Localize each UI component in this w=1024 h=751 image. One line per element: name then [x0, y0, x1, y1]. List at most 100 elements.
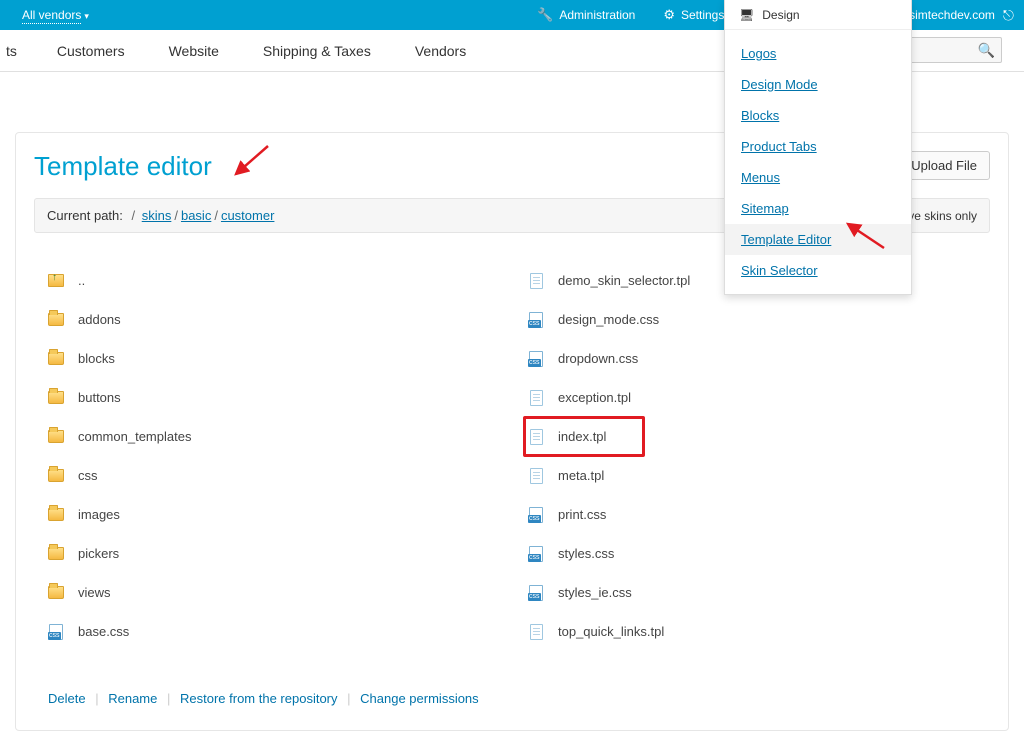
dd-item-product-tabs[interactable]: Product Tabs — [725, 131, 911, 162]
action-separator: | — [95, 691, 98, 706]
file-listing: .. addons blocks buttons common_template… — [48, 261, 990, 651]
folder-icon — [48, 468, 64, 484]
dd-item-menus[interactable]: Menus — [725, 162, 911, 193]
restore-link[interactable]: Restore from the repository — [180, 691, 338, 706]
folder-icon — [48, 390, 64, 406]
nav-item-website[interactable]: Website — [147, 43, 241, 59]
nav-item-ts[interactable]: ts — [0, 43, 35, 59]
file-row-tpl[interactable]: meta.tpl — [528, 456, 968, 495]
vendor-selector[interactable]: All vendors▾ — [0, 8, 89, 22]
document-icon — [528, 390, 544, 406]
file-name: exception.tpl — [558, 390, 631, 405]
document-icon — [528, 624, 544, 640]
file-name: design_mode.css — [558, 312, 659, 327]
file-row-folder[interactable]: buttons — [48, 378, 488, 417]
file-row-tpl[interactable]: top_quick_links.tpl — [528, 612, 968, 651]
dd-item-skin-selector[interactable]: Skin Selector — [725, 255, 911, 286]
css-file-icon — [528, 312, 544, 328]
file-row-folder[interactable]: common_templates — [48, 417, 488, 456]
file-row-folder[interactable]: css — [48, 456, 488, 495]
document-icon — [528, 273, 544, 289]
css-file-icon — [48, 624, 64, 640]
file-name: buttons — [78, 390, 121, 405]
document-icon — [528, 429, 544, 445]
dd-item-blocks[interactable]: Blocks — [725, 100, 911, 131]
file-row-css[interactable]: styles.css — [528, 534, 968, 573]
nav-item-shipping[interactable]: Shipping & Taxes — [241, 43, 393, 59]
folder-icon — [48, 312, 64, 328]
file-name: base.css — [78, 624, 129, 639]
dd-item-logos[interactable]: Logos — [725, 38, 911, 69]
file-row-index-tpl[interactable]: index.tpl — [524, 417, 644, 456]
delete-link[interactable]: Delete — [48, 691, 86, 706]
file-name: dropdown.css — [558, 351, 638, 366]
permissions-link[interactable]: Change permissions — [360, 691, 479, 706]
file-row-css[interactable]: dropdown.css — [528, 339, 968, 378]
search-icon: 🔍 — [978, 42, 995, 59]
rename-link[interactable]: Rename — [108, 691, 157, 706]
folder-icon — [48, 351, 64, 367]
file-column-right: demo_skin_selector.tpl design_mode.css d… — [528, 261, 968, 651]
dropdown-header-label: Design — [762, 8, 799, 22]
path-link-customer[interactable]: customer — [221, 208, 274, 223]
folder-icon — [48, 546, 64, 562]
css-file-icon — [528, 585, 544, 601]
path-link-skins[interactable]: skins — [142, 208, 172, 223]
css-file-icon — [528, 546, 544, 562]
file-row-folder[interactable]: images — [48, 495, 488, 534]
annotation-arrow-icon — [844, 222, 888, 252]
file-name: blocks — [78, 351, 115, 366]
path-sep: / — [174, 208, 178, 223]
file-name: styles.css — [558, 546, 614, 561]
file-name: css — [78, 468, 98, 483]
document-icon — [528, 468, 544, 484]
action-separator: | — [167, 691, 170, 706]
file-row-folder[interactable]: pickers — [48, 534, 488, 573]
file-column-left: .. addons blocks buttons common_template… — [48, 261, 488, 651]
path-label: Current path: — [47, 208, 123, 223]
folder-icon — [48, 507, 64, 523]
dropdown-header: 🖥 Design — [725, 0, 911, 30]
logout-icon[interactable]: ⎋ — [1003, 7, 1014, 24]
folder-icon — [48, 429, 64, 445]
folder-up-icon — [48, 273, 64, 289]
file-row-folder[interactable]: blocks — [48, 339, 488, 378]
file-row-tpl[interactable]: exception.tpl — [528, 378, 968, 417]
administration-label: Administration — [559, 8, 635, 22]
gear-icon: ⚙ — [663, 7, 675, 23]
dd-item-sitemap[interactable]: Sitemap — [725, 193, 911, 224]
wrench-icon: 🔧 — [537, 7, 553, 23]
file-name: .. — [78, 273, 85, 288]
annotation-arrow-icon — [232, 144, 272, 178]
file-name: images — [78, 507, 120, 522]
file-name: views — [78, 585, 111, 600]
path-link-basic[interactable]: basic — [181, 208, 211, 223]
file-row-folder[interactable]: views — [48, 573, 488, 612]
administration-link[interactable]: 🔧 Administration — [523, 0, 649, 30]
settings-label: Settings — [681, 8, 724, 22]
file-row-css[interactable]: design_mode.css — [528, 300, 968, 339]
file-name: pickers — [78, 546, 119, 561]
file-name: meta.tpl — [558, 468, 604, 483]
chevron-down-icon: ▾ — [84, 11, 89, 21]
file-row-up[interactable]: .. — [48, 261, 488, 300]
file-name: index.tpl — [558, 429, 606, 444]
nav-item-vendors[interactable]: Vendors — [393, 43, 488, 59]
upload-button-label: Upload File — [911, 158, 977, 173]
dd-item-design-mode[interactable]: Design Mode — [725, 69, 911, 100]
file-name: addons — [78, 312, 121, 327]
nav-item-customers[interactable]: Customers — [35, 43, 147, 59]
vendor-selector-label: All vendors — [22, 8, 81, 24]
action-separator: | — [347, 691, 350, 706]
file-row-css[interactable]: base.css — [48, 612, 488, 651]
file-row-folder[interactable]: addons — [48, 300, 488, 339]
bottom-actions: Delete | Rename | Restore from the repos… — [48, 691, 990, 706]
path-sep: / — [128, 208, 139, 223]
folder-icon — [48, 585, 64, 601]
file-row-css[interactable]: styles_ie.css — [528, 573, 968, 612]
file-name: demo_skin_selector.tpl — [558, 273, 690, 288]
css-file-icon — [528, 351, 544, 367]
file-name: styles_ie.css — [558, 585, 632, 600]
file-row-css[interactable]: print.css — [528, 495, 968, 534]
file-name: common_templates — [78, 429, 191, 444]
